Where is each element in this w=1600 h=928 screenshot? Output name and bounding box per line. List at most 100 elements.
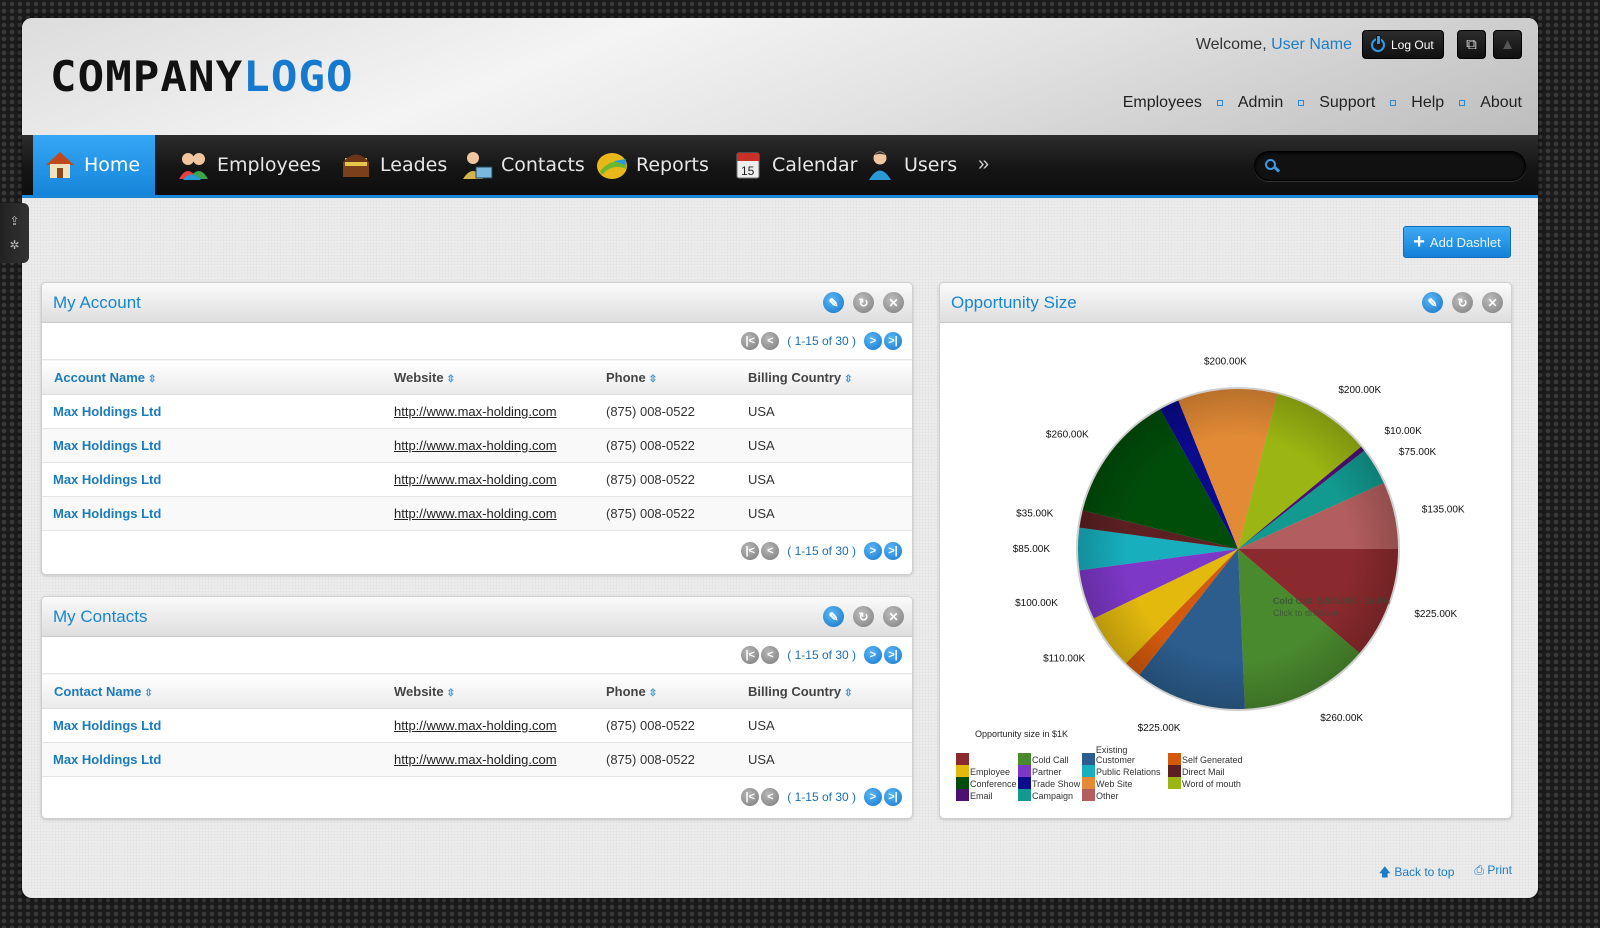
website-link[interactable]: http://www.max-holding.com — [394, 718, 557, 733]
next-page-button[interactable]: > — [864, 542, 882, 560]
legend-item[interactable]: Cold Call — [1018, 753, 1082, 765]
legend-item[interactable]: Trade Show — [1018, 777, 1082, 789]
prev-page-button[interactable]: < — [761, 542, 780, 560]
network-button[interactable]: ⧉ — [1457, 30, 1486, 59]
refresh-icon[interactable]: ↻ — [853, 606, 874, 627]
pager-bottom: |< < ( 1-15 of 30 ) > >| — [42, 531, 912, 571]
power-icon — [1371, 34, 1385, 52]
column-header-billing-country[interactable]: Billing Country ⇳ — [748, 673, 912, 709]
first-page-button[interactable]: |< — [741, 646, 760, 664]
country-cell: USA — [748, 496, 912, 531]
top-link-support[interactable]: Support — [1319, 94, 1375, 112]
wrench-icon[interactable]: ✎ — [823, 606, 844, 627]
nav-home[interactable]: Home — [33, 135, 156, 195]
legend-item[interactable]: Self Generated — [1168, 753, 1248, 765]
nav-reports[interactable]: Reports — [596, 135, 709, 195]
pager-top: |< < ( 1-15 of 30 ) > >| — [42, 637, 912, 673]
pie-data-label: $75.00K — [1399, 447, 1437, 458]
contact-name-link[interactable]: Max Holdings Ltd — [42, 742, 394, 777]
legend-item[interactable]: Conference — [956, 777, 1018, 789]
prev-page-button[interactable]: < — [761, 646, 780, 664]
wrench-icon[interactable]: ✎ — [823, 292, 844, 313]
company-logo[interactable]: COMPANYLOGO — [50, 56, 354, 98]
more-nav-button[interactable]: » — [978, 153, 989, 176]
legend-item[interactable]: Employee — [956, 765, 1018, 777]
prev-page-button[interactable]: < — [761, 332, 780, 350]
top-link-help[interactable]: Help — [1411, 94, 1444, 112]
next-page-button[interactable]: > — [864, 646, 882, 664]
last-page-button[interactable]: >| — [884, 542, 902, 560]
website-link[interactable]: http://www.max-holding.com — [394, 506, 557, 521]
nav-users[interactable]: Users — [864, 135, 957, 195]
search-input[interactable] — [1287, 152, 1517, 180]
pie-chart[interactable]: $225.00K $260.00K $225.00K $110.00K $100.00K… — [940, 323, 1512, 743]
legend-item[interactable]: Word of mouth — [1168, 777, 1248, 789]
nav-leades[interactable]: Leades — [340, 135, 447, 195]
alert-button[interactable]: ▲ — [1493, 30, 1522, 59]
logout-button[interactable]: Log Out — [1362, 30, 1444, 59]
website-link[interactable]: http://www.max-holding.com — [394, 438, 557, 453]
legend-item[interactable]: Campaign — [1018, 789, 1082, 801]
website-link[interactable]: http://www.max-holding.com — [394, 752, 557, 767]
first-page-button[interactable]: |< — [741, 332, 760, 350]
refresh-icon[interactable]: ↻ — [1452, 292, 1473, 313]
column-header-phone[interactable]: Phone ⇳ — [606, 359, 748, 395]
first-page-button[interactable]: |< — [741, 542, 760, 560]
wrench-icon[interactable]: ✎ — [1422, 292, 1443, 313]
refresh-icon[interactable]: ↻ — [853, 292, 874, 313]
top-links: Employees Admin Support Help About — [1123, 94, 1522, 112]
legend-item[interactable] — [956, 753, 1018, 765]
last-page-button[interactable]: >| — [884, 788, 902, 806]
nav-contacts[interactable]: Contacts — [461, 135, 585, 195]
pie-data-label: $100.00K — [1015, 598, 1058, 609]
last-page-button[interactable]: >| — [884, 332, 902, 350]
nav-employees[interactable]: Employees — [177, 135, 321, 195]
legend-item[interactable]: Email — [956, 789, 1018, 801]
gear-icon[interactable]: ✲ — [9, 238, 19, 252]
share-icon[interactable]: ⇪ — [9, 214, 19, 228]
next-page-button[interactable]: > — [864, 332, 882, 350]
close-icon[interactable]: ✕ — [1482, 292, 1503, 313]
legend-item[interactable]: Existing Customer — [1082, 745, 1168, 765]
column-header-account-name[interactable]: Account Name ⇳ — [42, 359, 394, 395]
user-name-link[interactable]: User Name — [1271, 36, 1352, 53]
account-name-link[interactable]: Max Holdings Ltd — [42, 496, 394, 531]
website-link[interactable]: http://www.max-holding.com — [394, 404, 557, 419]
column-header-website[interactable]: Website ⇳ — [394, 673, 606, 709]
employees-icon — [177, 149, 209, 181]
top-link-about[interactable]: About — [1480, 94, 1522, 112]
prev-page-button[interactable]: < — [761, 788, 780, 806]
sort-icon: ⇳ — [844, 687, 853, 699]
top-link-employees[interactable]: Employees — [1123, 94, 1202, 112]
pie-data-label: $110.00K — [1043, 654, 1085, 665]
first-page-button[interactable]: |< — [741, 788, 760, 806]
account-name-link[interactable]: Max Holdings Ltd — [42, 428, 394, 463]
account-name-link[interactable]: Max Holdings Ltd — [42, 394, 394, 429]
pager-text: ( 1-15 of 30 ) — [787, 790, 856, 804]
last-page-button[interactable]: >| — [884, 646, 902, 664]
website-link[interactable]: http://www.max-holding.com — [394, 472, 557, 487]
print-link[interactable]: ⎙ Print — [1474, 863, 1512, 884]
nav-calendar[interactable]: 15 Calendar — [732, 135, 857, 195]
legend-item[interactable]: Partner — [1018, 765, 1082, 777]
add-dashlet-button[interactable]: + Add Dashlet — [1403, 226, 1511, 258]
chart-tooltip-line1: Cold Call: $260.00K - 16.6% — [1273, 596, 1390, 606]
pie-data-label: $200.00K — [1338, 385, 1381, 396]
legend-item[interactable]: Direct Mail — [1168, 765, 1248, 777]
close-icon[interactable]: ✕ — [883, 606, 904, 627]
column-header-website[interactable]: Website ⇳ — [394, 359, 606, 395]
legend-item[interactable]: Web Site — [1082, 777, 1168, 789]
back-to-top-link[interactable]: 🡅 Back to top — [1379, 863, 1455, 884]
close-icon[interactable]: ✕ — [883, 292, 904, 313]
column-header-phone[interactable]: Phone ⇳ — [606, 673, 748, 709]
account-name-link[interactable]: Max Holdings Ltd — [42, 462, 394, 497]
next-page-button[interactable]: > — [864, 788, 882, 806]
legend-item[interactable]: Other — [1082, 789, 1168, 801]
contact-name-link[interactable]: Max Holdings Ltd — [42, 708, 394, 743]
top-link-admin[interactable]: Admin — [1238, 94, 1283, 112]
column-header-contact-name[interactable]: Contact Name ⇳ — [42, 673, 394, 709]
legend-item[interactable]: Public Relations — [1082, 765, 1168, 777]
legend-label: Self Generated — [1182, 755, 1243, 765]
column-header-billing-country[interactable]: Billing Country ⇳ — [748, 359, 912, 395]
country-cell: USA — [748, 708, 912, 743]
